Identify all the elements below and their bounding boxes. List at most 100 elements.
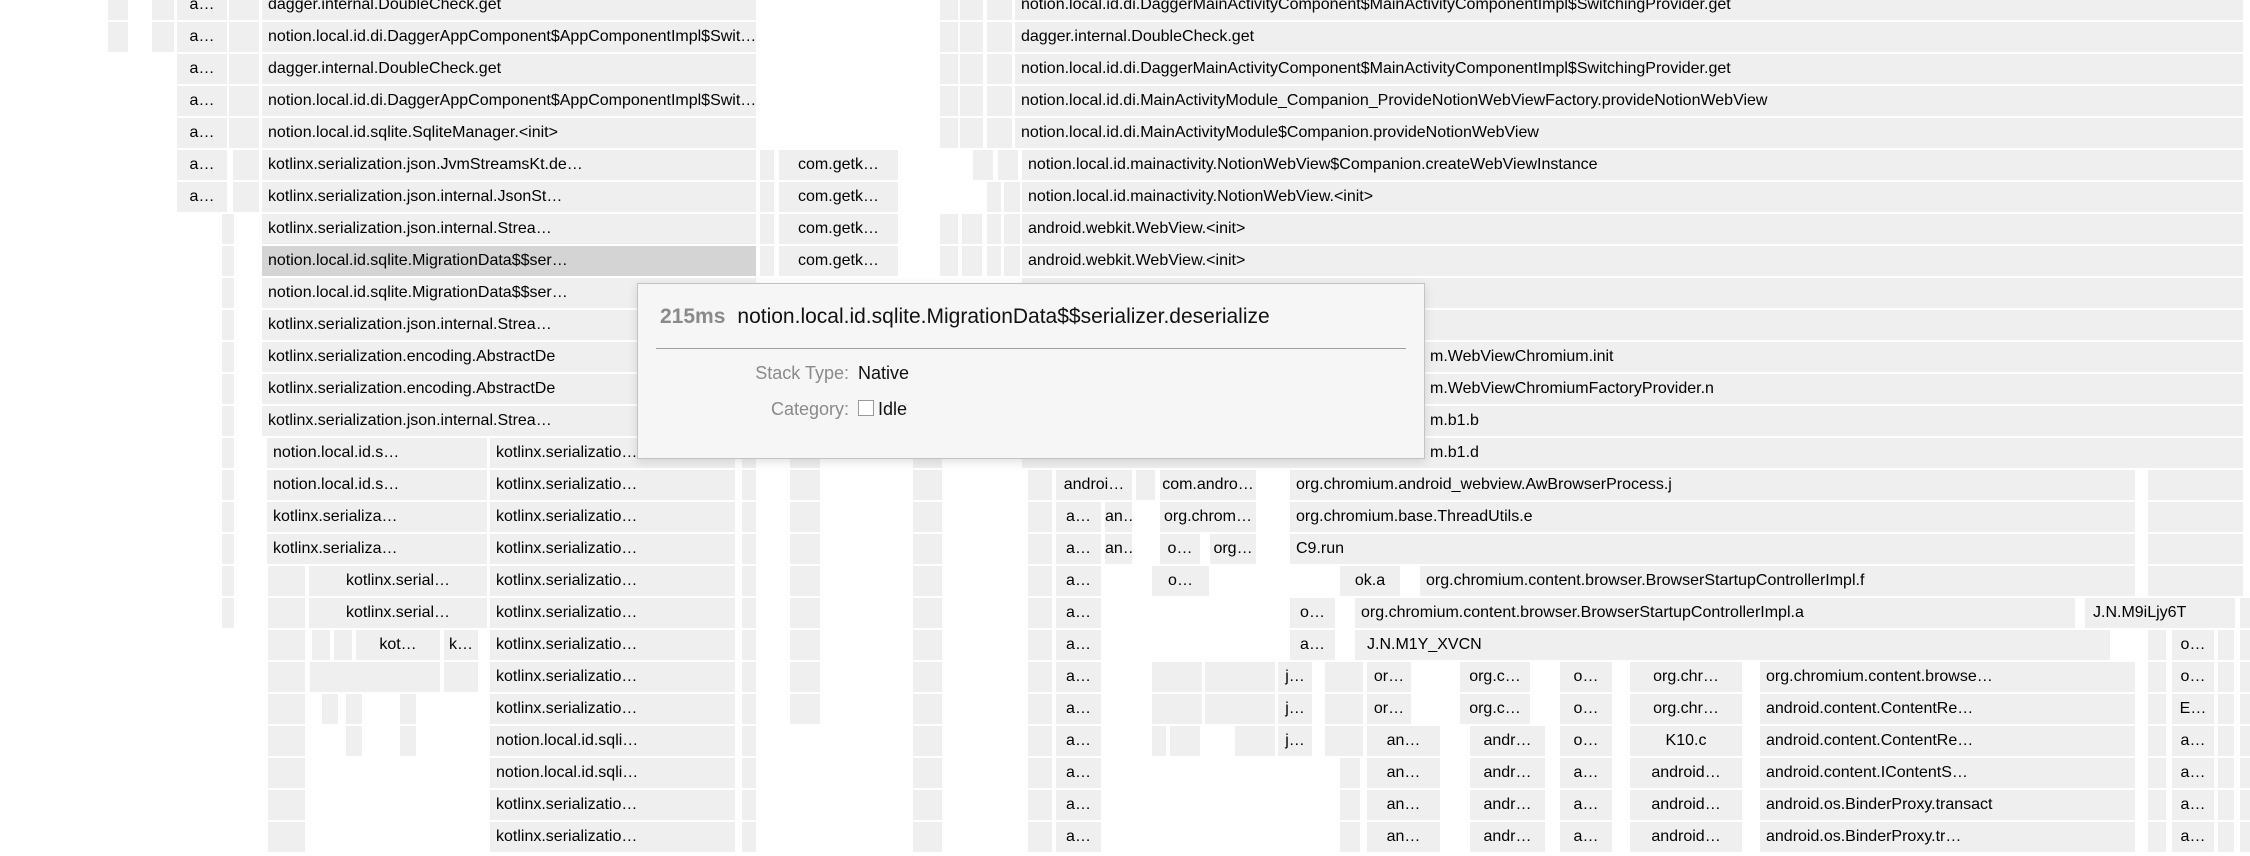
stack-frame-filler[interactable] [222,214,234,244]
stack-frame[interactable]: a… [1056,630,1101,660]
stack-frame-filler[interactable] [2240,726,2250,756]
stack-frame-filler[interactable] [268,790,305,820]
stack-frame[interactable]: com.getk… [779,246,898,276]
stack-frame-filler[interactable] [1152,694,1202,724]
stack-frame[interactable]: K10.c [1630,726,1742,756]
stack-frame[interactable]: a… [177,182,227,212]
stack-frame[interactable]: dagger.internal.DoubleCheck.get [1015,22,2243,52]
stack-frame-filler[interactable] [742,598,756,628]
stack-frame-filler[interactable] [1028,630,1052,660]
stack-frame[interactable]: a… [177,0,227,20]
stack-frame[interactable]: a… [1560,758,1612,788]
stack-frame[interactable]: kotlinx.serialization.json.internal.Json… [262,182,756,212]
stack-frame-filler[interactable] [960,54,983,84]
stack-frame-filler[interactable] [760,214,774,244]
stack-frame-filler[interactable] [1004,214,1020,244]
stack-frame[interactable]: an… [1367,790,1440,820]
stack-frame-filler[interactable] [222,278,234,308]
stack-frame[interactable]: a… [1056,566,1101,596]
stack-frame[interactable]: a… [1056,662,1101,692]
stack-frame-filler[interactable] [2218,758,2234,788]
stack-frame[interactable]: notion.local.id.sqli… [490,726,735,756]
stack-frame-filler[interactable] [222,310,234,340]
stack-frame[interactable]: a… [2172,822,2214,852]
stack-frame-filler[interactable] [229,86,259,116]
stack-frame-filler[interactable] [913,694,942,724]
stack-frame-filler[interactable] [1205,694,1275,724]
stack-frame-filler[interactable] [2148,726,2166,756]
stack-frame[interactable]: com.getk… [779,150,898,180]
stack-frame-filler[interactable] [1340,790,1360,820]
stack-frame[interactable]: android.content.ContentRe… [1760,726,2135,756]
stack-frame-filler[interactable] [2148,822,2166,852]
stack-frame-filler[interactable] [742,662,756,692]
stack-frame[interactable]: notion.local.id.di.DaggerAppComponent$Ap… [262,86,756,116]
stack-frame-filler[interactable] [322,694,338,724]
stack-frame-filler[interactable] [790,598,820,628]
stack-frame[interactable]: notion.local.id.mainactivity.NotionWebVi… [1022,150,2243,180]
stack-frame[interactable]: a… [1056,790,1101,820]
stack-frame-filler[interactable] [222,534,234,564]
stack-frame-filler[interactable] [1136,470,1155,500]
stack-frame[interactable]: or… [1367,694,1411,724]
stack-frame-filler[interactable] [913,726,942,756]
stack-frame-filler[interactable] [2240,630,2250,660]
stack-frame-filler[interactable] [1028,534,1052,564]
stack-frame-filler[interactable] [987,54,1012,84]
stack-frame-filler[interactable] [913,566,942,596]
stack-frame[interactable]: androi… [1056,470,1132,500]
stack-frame[interactable]: notion.local.id.di.DaggerMainActivityCom… [1015,0,2243,20]
stack-frame-filler[interactable] [346,726,362,756]
stack-frame[interactable]: an… [1105,502,1132,532]
stack-frame-filler[interactable] [222,342,234,372]
stack-frame-filler[interactable] [742,758,756,788]
stack-frame-filler[interactable] [1028,822,1052,852]
stack-frame-filler[interactable] [973,150,993,180]
stack-frame-filler[interactable] [1205,662,1275,692]
stack-frame[interactable]: a… [2172,758,2214,788]
stack-frame[interactable]: kotlinx.serializatio… [490,598,735,628]
stack-frame-filler[interactable] [233,150,259,180]
stack-frame-filler[interactable] [913,470,942,500]
stack-frame-filler[interactable] [742,726,756,756]
stack-frame[interactable]: notion.local.id.di.MainActivityModule_Co… [1015,86,2243,116]
stack-frame[interactable]: notion.local.id.sqlite.SqliteManager.<in… [262,118,756,148]
stack-frame[interactable]: android.webkit.WebView.<init> [1022,214,2243,244]
stack-frame-filler[interactable] [2148,502,2243,532]
stack-frame-filler[interactable] [940,118,958,148]
stack-frame[interactable]: o… [1560,694,1612,724]
stack-frame-filler[interactable] [1028,726,1052,756]
stack-frame[interactable]: com.andro… [1160,470,1256,500]
stack-frame-filler[interactable] [229,22,259,52]
stack-frame[interactable]: o… [1160,534,1200,564]
stack-frame[interactable]: org.chromium.base.ThreadUtils.e [1290,502,2135,532]
stack-frame-filler[interactable] [268,566,305,596]
stack-frame-filler[interactable] [1028,758,1052,788]
stack-frame[interactable]: a… [2172,726,2214,756]
stack-frame[interactable]: org.chr… [1630,694,1742,724]
stack-frame[interactable]: kotlinx.serializatio… [490,566,735,596]
stack-frame[interactable]: notion.local.id.sqli… [490,758,735,788]
stack-frame-filler[interactable] [913,598,942,628]
stack-frame[interactable]: an… [1367,758,1440,788]
stack-frame-filler[interactable] [2218,790,2234,820]
stack-frame-filler[interactable] [960,0,983,20]
stack-frame[interactable]: a… [1056,598,1101,628]
stack-frame-filler[interactable] [400,694,416,724]
stack-frame[interactable]: android.webkit.WebView.<init> [1022,246,2243,276]
stack-frame-filler[interactable] [222,470,234,500]
stack-frame[interactable]: kot… [356,630,440,660]
stack-frame-filler[interactable] [987,86,1012,116]
stack-frame[interactable]: org.chromium.content.browser.BrowserStar… [1355,598,2075,628]
stack-frame-filler[interactable] [760,246,774,276]
stack-frame-filler[interactable] [790,662,820,692]
stack-frame-filler[interactable] [960,86,983,116]
stack-frame[interactable]: o… [2172,662,2214,692]
stack-frame[interactable]: notion.local.id.s… [267,438,487,468]
stack-frame-filler[interactable] [334,630,352,660]
stack-frame-filler[interactable] [913,630,942,660]
stack-frame[interactable]: kotlinx.serializatio… [490,502,735,532]
stack-frame-filler[interactable] [742,534,756,564]
stack-frame-filler[interactable] [108,22,128,52]
stack-frame-filler[interactable] [987,118,1012,148]
